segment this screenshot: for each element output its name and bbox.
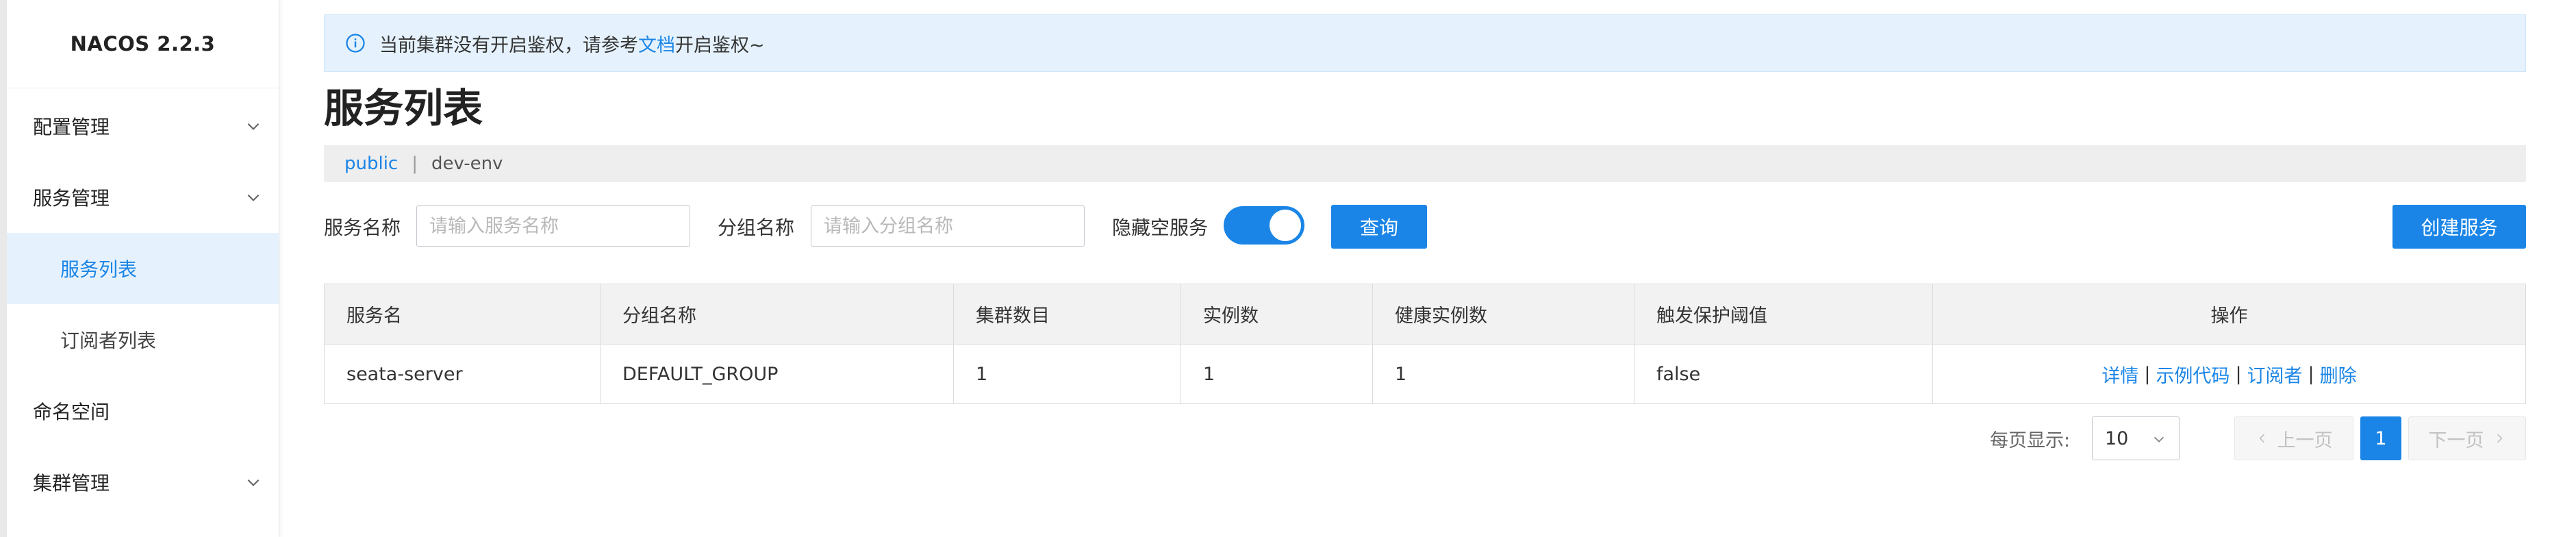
op-separator: |	[2144, 363, 2151, 385]
page-title: 服务列表	[324, 85, 483, 132]
sidebar-item-subscriber-list[interactable]: 订阅者列表	[7, 304, 279, 375]
sidebar-item-service-list[interactable]: 服务列表	[7, 233, 279, 304]
service-name-label: 服务名称	[324, 216, 401, 239]
next-page-button[interactable]: 下一页	[2408, 416, 2526, 460]
cell-instance-count: 1	[1181, 345, 1373, 403]
cell-protect-threshold: false	[1634, 345, 1933, 403]
column-header: 服务名	[325, 284, 601, 344]
query-button[interactable]: 查询	[1331, 205, 1427, 249]
subscribers-link[interactable]: 订阅者	[2247, 361, 2303, 388]
page-size-select[interactable]: 10	[2092, 416, 2180, 460]
column-header: 集群数目	[954, 284, 1181, 344]
op-separator: |	[2235, 363, 2242, 385]
chevron-down-icon	[2154, 436, 2164, 442]
brand-title: NACOS 2.2.3	[7, 0, 279, 88]
hide-empty-label: 隐藏空服务	[1112, 216, 1209, 239]
info-icon	[346, 34, 365, 53]
app-root: NACOS 2.2.3 配置管理 服务管理 服务列表 订阅者列表 命名空间 集群…	[0, 0, 2576, 537]
prev-page-button[interactable]: 上一页	[2234, 416, 2353, 460]
filter-bar: 服务名称 分组名称 隐藏空服务 查询 创建服务	[324, 204, 2526, 249]
sidebar: NACOS 2.2.3 配置管理 服务管理 服务列表 订阅者列表 命名空间 集群…	[0, 0, 279, 537]
column-header: 健康实例数	[1373, 284, 1634, 344]
hide-empty-toggle[interactable]	[1224, 206, 1304, 245]
page-size-value: 10	[2105, 427, 2129, 449]
sidebar-item-label: 服务管理	[33, 187, 110, 210]
cell-group-name: DEFAULT_GROUP	[601, 345, 954, 403]
detail-link[interactable]: 详情	[2101, 361, 2138, 388]
sidebar-nav: 配置管理 服务管理 服务列表 订阅者列表 命名空间 集群管理	[7, 90, 279, 518]
chevron-left-icon	[2258, 434, 2264, 443]
auth-notice: 当前集群没有开启鉴权，请参考 文档 开启鉴权~	[324, 14, 2526, 72]
service-table: 服务名 分组名称 集群数目 实例数 健康实例数 触发保护阈值 操作 seata-…	[324, 284, 2526, 404]
notice-text-tail: 开启鉴权~	[675, 34, 765, 56]
page-number-current[interactable]: 1	[2360, 416, 2401, 460]
cell-operations: 详情 | 示例代码 | 订阅者 | 删除	[1933, 345, 2525, 403]
page-size-label: 每页显示:	[1990, 429, 2071, 451]
table-header: 服务名 分组名称 集群数目 实例数 健康实例数 触发保护阈值 操作	[325, 284, 2525, 345]
namespace-separator: |	[412, 153, 418, 174]
sidebar-item-label: 命名空间	[33, 401, 110, 423]
namespace-dev-env[interactable]: dev-env	[431, 153, 503, 174]
table-row: seata-server DEFAULT_GROUP 1 1 1 false 详…	[325, 345, 2525, 403]
delete-link[interactable]: 删除	[2320, 361, 2357, 388]
group-name-input[interactable]	[811, 205, 1085, 247]
create-service-button[interactable]: 创建服务	[2392, 205, 2526, 249]
sample-code-link[interactable]: 示例代码	[2156, 361, 2230, 388]
op-separator: |	[2308, 363, 2314, 385]
service-name-input[interactable]	[416, 205, 690, 247]
column-header: 触发保护阈值	[1634, 284, 1933, 344]
chevron-right-icon	[2497, 434, 2503, 443]
sidebar-edge	[0, 0, 7, 537]
chevron-down-icon	[247, 194, 260, 201]
docs-link[interactable]: 文档	[638, 30, 675, 57]
prev-page-label: 上一页	[2277, 429, 2333, 451]
next-page-label: 下一页	[2428, 429, 2484, 451]
column-header: 分组名称	[601, 284, 954, 344]
sidebar-item-label: 配置管理	[33, 116, 110, 138]
cell-service-name: seata-server	[325, 345, 601, 403]
toggle-knob	[1270, 210, 1301, 241]
column-header: 操作	[2210, 305, 2248, 327]
sidebar-item-service-management[interactable]: 服务管理	[7, 162, 279, 233]
sidebar-item-config-management[interactable]: 配置管理	[7, 90, 279, 162]
column-header: 实例数	[1181, 284, 1373, 344]
main-content: 当前集群没有开启鉴权，请参考 文档 开启鉴权~ 服务列表 public | de…	[324, 0, 2526, 537]
group-name-label: 分组名称	[718, 216, 795, 239]
cell-cluster-count: 1	[954, 345, 1181, 403]
sidebar-item-label: 集群管理	[33, 472, 110, 495]
chevron-down-icon	[247, 479, 260, 486]
sidebar-item-label: 订阅者列表	[60, 329, 157, 352]
sidebar-item-cluster-management[interactable]: 集群管理	[7, 447, 279, 518]
cell-healthy-count: 1	[1373, 345, 1634, 403]
pagination: 每页显示: 10 上一页 1 下一页	[324, 416, 2526, 460]
sidebar-item-label: 服务列表	[60, 258, 138, 281]
chevron-down-icon	[247, 123, 260, 130]
namespace-public[interactable]: public	[344, 153, 398, 174]
sidebar-item-namespace[interactable]: 命名空间	[7, 375, 279, 447]
namespace-bar: public | dev-env	[324, 145, 2526, 182]
notice-text: 当前集群没有开启鉴权，请参考	[379, 34, 638, 56]
